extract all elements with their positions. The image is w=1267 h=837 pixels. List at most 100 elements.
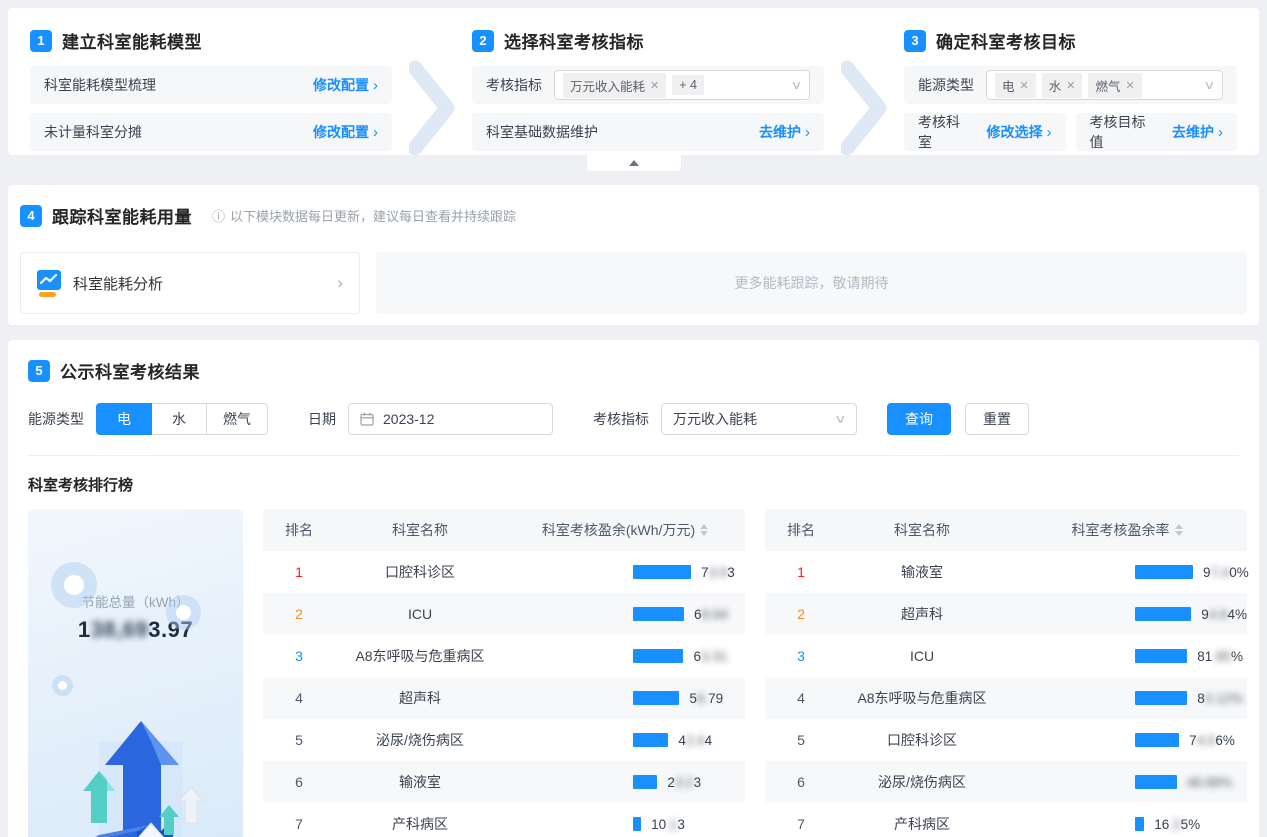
value-part: 6%	[1215, 733, 1235, 748]
value-part: 3	[694, 775, 702, 790]
chevron-right-icon: ›	[337, 273, 343, 293]
modify-config-link[interactable]: 修改配置›	[313, 122, 378, 142]
energy-option-水[interactable]: 水	[151, 403, 207, 435]
value-part: 5	[689, 691, 697, 706]
value-bar	[1135, 691, 1187, 705]
column-header[interactable]: 科室考核盈余(kWh/万元)	[505, 520, 745, 540]
value-part-redacted: .65	[1212, 649, 1231, 664]
step-4-title: 跟踪科室能耗用量	[52, 203, 192, 228]
search-button[interactable]: 查询	[887, 403, 951, 435]
department-name-cell: 产科病区	[837, 814, 1007, 834]
row-label: 未计量科室分摊	[44, 122, 142, 142]
value-cell: 74.06%	[1007, 733, 1247, 748]
energy-multiselect[interactable]: 电✕水✕燃气✕ ∨	[986, 70, 1223, 100]
table-row: 5口腔科诊区74.06%	[765, 719, 1247, 761]
value-text: 97.40%	[1203, 565, 1249, 580]
energy-analysis-card[interactable]: 科室能耗分析 ›	[20, 252, 360, 314]
value-cell: 68.84	[505, 607, 745, 622]
indicator-field-row: 考核指标 万元收入能耗✕ + 4 ∨	[472, 66, 824, 104]
table-header-row: 排名 科室名称 科室考核盈余(kWh/万元)	[263, 509, 745, 551]
energy-type-field-row: 能源类型 电✕水✕燃气✕∨	[904, 66, 1237, 104]
chevron-down-icon[interactable]: ∨	[1203, 78, 1215, 92]
value-cell: 23.23	[505, 775, 745, 790]
column-header-label: 科室名称	[894, 520, 950, 540]
unmetered-share-row: 未计量科室分摊 修改配置›	[30, 113, 392, 151]
ranking-table-surplus-rate: 排名科室名称科室考核盈余率 1输液室97.40%2超声科94.64%3ICU81…	[765, 509, 1247, 837]
tag-close-icon[interactable]: ✕	[650, 79, 659, 92]
value-part: 10	[651, 817, 666, 832]
date-picker[interactable]: 2023-12	[348, 403, 553, 435]
field-label: 考核指标	[486, 75, 542, 95]
modify-config-link[interactable]: 修改配置›	[313, 75, 378, 95]
column-header: 排名	[263, 520, 335, 540]
value-part-redacted: 3.2	[675, 775, 694, 790]
tag-close-icon[interactable]: ✕	[1066, 79, 1075, 92]
value-bar	[633, 775, 657, 789]
indicator-select[interactable]: 万元收入能耗 ∨	[661, 403, 857, 435]
more-tags-badge: + 4	[672, 75, 704, 95]
value-part-redacted: 6.	[697, 691, 708, 706]
result-panel: 5 公示科室考核结果 能源类型 电水燃气 日期 2023-12 考核指标 万元收…	[8, 340, 1259, 837]
collapse-panel-button[interactable]	[586, 155, 682, 172]
savings-total-value: 138,693.97	[28, 617, 243, 643]
value-part-redacted: 2.4	[686, 733, 705, 748]
ranking-table-surplus: 排名科室名称科室考核盈余(kWh/万元) 1口腔科诊区73.932ICU68.8…	[263, 509, 745, 837]
value-bar	[633, 691, 679, 705]
column-header-label: 排名	[285, 520, 313, 540]
value-bar	[633, 817, 641, 831]
sort-icon[interactable]	[700, 524, 708, 536]
indicator-multiselect[interactable]: 万元收入能耗✕ + 4 ∨	[554, 70, 810, 100]
table-row: 2超声科94.64%	[765, 593, 1247, 635]
rank-cell: 1	[765, 564, 837, 580]
table-row: 6泌尿/烧伤病区48.88%	[765, 761, 1247, 803]
energy-option-电[interactable]: 电	[96, 403, 152, 435]
tag-close-icon[interactable]: ✕	[1125, 79, 1134, 92]
sort-icon[interactable]	[1175, 524, 1183, 536]
energy-tag[interactable]: 电✕	[995, 73, 1036, 98]
indicator-tag[interactable]: 万元收入能耗✕	[563, 73, 666, 98]
modify-select-link[interactable]: 修改选择›	[987, 122, 1052, 142]
column-header-label: 科室名称	[392, 520, 448, 540]
value-text: 10.13	[651, 817, 685, 832]
tag-close-icon[interactable]: ✕	[1020, 79, 1029, 92]
value-text: 42.44	[678, 733, 712, 748]
value-bar	[1135, 817, 1144, 831]
table-row: 4超声科56.79	[263, 677, 745, 719]
value-part-redacted: 4.0	[1197, 733, 1216, 748]
department-name-cell: 输液室	[335, 772, 505, 792]
chevron-down-icon[interactable]: ∨	[790, 78, 802, 92]
energy-tag[interactable]: 燃气✕	[1088, 73, 1141, 98]
rank-cell: 2	[263, 606, 335, 622]
ranking-title: 科室考核排行榜	[20, 474, 1247, 495]
column-header[interactable]: 科室考核盈余率	[1007, 520, 1247, 540]
value-cell: 10.13	[505, 817, 745, 832]
go-maintain-link[interactable]: 去维护›	[759, 122, 810, 142]
table-row: 7产科病区10.13	[263, 803, 745, 837]
table-row: 4A8东呼吸与危重病区80.12%	[765, 677, 1247, 719]
value-part: 6	[693, 649, 701, 664]
reset-button[interactable]: 重置	[965, 403, 1029, 435]
row-label: 科室能耗模型梳理	[44, 75, 156, 95]
energy-option-燃气[interactable]: 燃气	[206, 403, 268, 435]
step-3-title: 确定科室考核目标	[936, 28, 1076, 53]
value-cell: 63.31	[505, 649, 745, 664]
step-2-badge: 2	[472, 30, 494, 52]
energy-tag[interactable]: 水✕	[1042, 73, 1083, 98]
chevron-right-icon: ›	[373, 125, 378, 140]
value-cell: 94.64%	[1007, 607, 1247, 622]
chevron-right-icon: ›	[1047, 125, 1052, 140]
step-1-title: 建立科室能耗模型	[62, 28, 202, 53]
value-part: %	[1231, 649, 1243, 664]
department-name-cell: 泌尿/烧伤病区	[335, 730, 505, 750]
value-part: 4	[705, 733, 713, 748]
update-note: ⓘ 以下模块数据每日更新，建议每日查看并持续跟踪	[212, 206, 516, 225]
value-text: 94.64%	[1201, 607, 1247, 622]
value-part-redacted: .2	[1169, 817, 1180, 832]
column-header: 科室名称	[837, 520, 1007, 540]
department-name-cell: A8东呼吸与危重病区	[335, 646, 505, 666]
rank-cell: 1	[263, 564, 335, 580]
column-header-label: 科室考核盈余(kWh/万元)	[542, 520, 695, 540]
rank-cell: 6	[765, 774, 837, 790]
indicator-value: 万元收入能耗	[673, 409, 757, 429]
go-maintain-link[interactable]: 去维护›	[1172, 122, 1223, 142]
